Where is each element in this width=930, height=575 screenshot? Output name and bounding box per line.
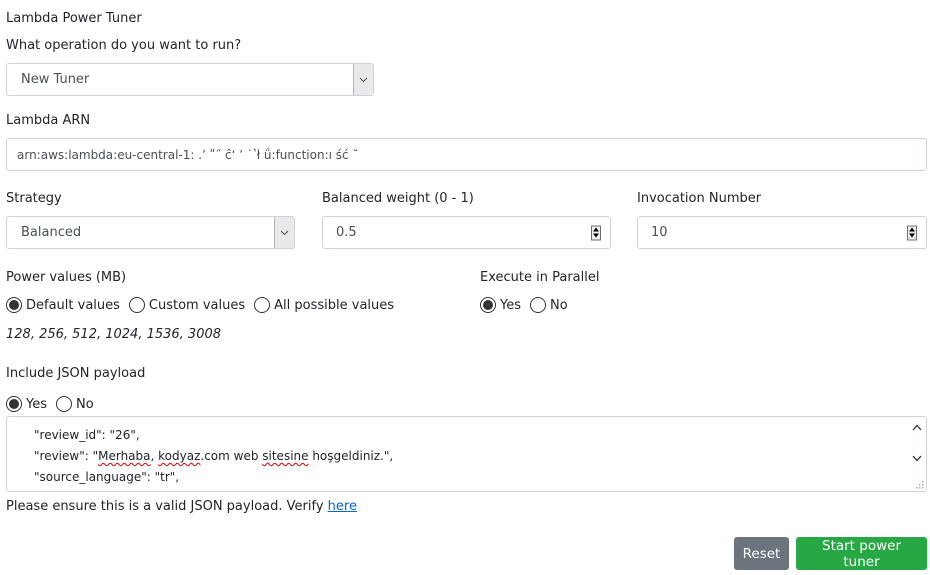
reset-button[interactable]: Reset [734, 537, 789, 570]
invocation-number-value: 10 [651, 225, 668, 240]
operation-label: What operation do you want to run? [6, 38, 242, 53]
scroll-down-icon[interactable] [912, 455, 922, 462]
radio-all-possible-values[interactable]: All possible values [254, 297, 394, 313]
parallel-radio-group: Yes No [480, 297, 577, 313]
radio-label: No [76, 396, 94, 412]
payload-line: "review_id": "26", [34, 428, 140, 442]
radio-button[interactable] [6, 396, 22, 412]
payload-hint: Please ensure this is a valid JSON paylo… [6, 499, 357, 514]
strategy-select[interactable]: Balanced [6, 216, 295, 249]
chevron-down-icon[interactable] [353, 64, 373, 95]
radio-button[interactable] [128, 297, 145, 313]
spinner-arrows-icon[interactable] [907, 225, 917, 240]
power-values-radio-group: Default values Custom values All possibl… [6, 297, 403, 313]
radio-custom-values[interactable]: Custom values [128, 297, 246, 313]
payload-hint-text: Please ensure this is a valid JSON paylo… [6, 499, 324, 514]
operation-select[interactable]: New Tuner [6, 63, 374, 96]
radio-label: All possible values [274, 297, 395, 313]
operation-selected-value: New Tuner [21, 72, 90, 87]
strategy-selected-value: Balanced [21, 225, 82, 240]
spellcheck-word: kodyaz [158, 449, 201, 463]
arn-input[interactable]: arn:aws:lambda:eu-central-1: .’ ʺ˝ ĉʻ ’ … [6, 138, 927, 171]
spellcheck-word: sitesine [262, 449, 309, 463]
radio-label: Default values [26, 297, 120, 313]
invocation-number-label: Invocation Number [637, 191, 762, 206]
payload-radio-group: Yes No [6, 396, 103, 412]
payload-line: "source_language": "tr", [34, 470, 180, 484]
payload-line: "review": "Merhaba, kodyaz.com web sites… [34, 449, 393, 463]
resize-handle-icon[interactable] [915, 480, 924, 489]
spellcheck-word: Merhaba [98, 449, 151, 463]
code-text: "review": " [34, 449, 99, 463]
radio-label: No [550, 297, 568, 313]
power-values-list: 128, 256, 512, 1024, 1536, 3008 [6, 327, 222, 342]
radio-default-values[interactable]: Default values [6, 297, 120, 313]
payload-textarea[interactable]: "review_id": "26", "review": "Merhaba, k… [6, 416, 927, 492]
radio-parallel-no[interactable]: No [530, 297, 568, 313]
code-text: .com web [200, 449, 263, 463]
arn-value: arn:aws:lambda:eu-central-1: .’ ʺ˝ ĉʻ ’ … [17, 147, 359, 162]
power-values-label: Power values (MB) [6, 270, 127, 285]
verify-link[interactable]: here [328, 499, 357, 514]
code-text: hoşgeldiniz.", [308, 449, 394, 463]
app-title: Lambda Power Tuner [6, 11, 142, 26]
radio-button[interactable] [6, 297, 22, 313]
payload-label: Include JSON payload [6, 366, 146, 381]
code-text: , [150, 449, 159, 463]
balanced-weight-label: Balanced weight (0 - 1) [322, 191, 474, 206]
spinner-arrows-icon[interactable] [591, 225, 601, 240]
radio-label: Yes [500, 297, 521, 313]
radio-payload-yes[interactable]: Yes [6, 396, 47, 412]
balanced-weight-value: 0.5 [336, 225, 357, 240]
invocation-number-input[interactable]: 10 [637, 216, 927, 249]
strategy-label: Strategy [6, 191, 62, 206]
arn-label: Lambda ARN [6, 113, 91, 128]
start-power-tuner-button[interactable]: Start power tuner [796, 537, 927, 570]
scroll-up-icon[interactable] [912, 424, 922, 431]
radio-button[interactable] [56, 396, 72, 412]
radio-label: Custom values [148, 297, 246, 313]
radio-button[interactable] [254, 297, 271, 313]
chevron-down-icon[interactable] [274, 217, 294, 248]
radio-payload-no[interactable]: No [56, 396, 94, 412]
radio-label: Yes [26, 396, 47, 412]
radio-button[interactable] [480, 297, 496, 313]
parallel-label: Execute in Parallel [480, 270, 600, 285]
balanced-weight-input[interactable]: 0.5 [322, 216, 611, 249]
radio-button[interactable] [530, 297, 546, 313]
radio-parallel-yes[interactable]: Yes [480, 297, 521, 313]
textarea-scrollbar[interactable] [908, 417, 926, 491]
